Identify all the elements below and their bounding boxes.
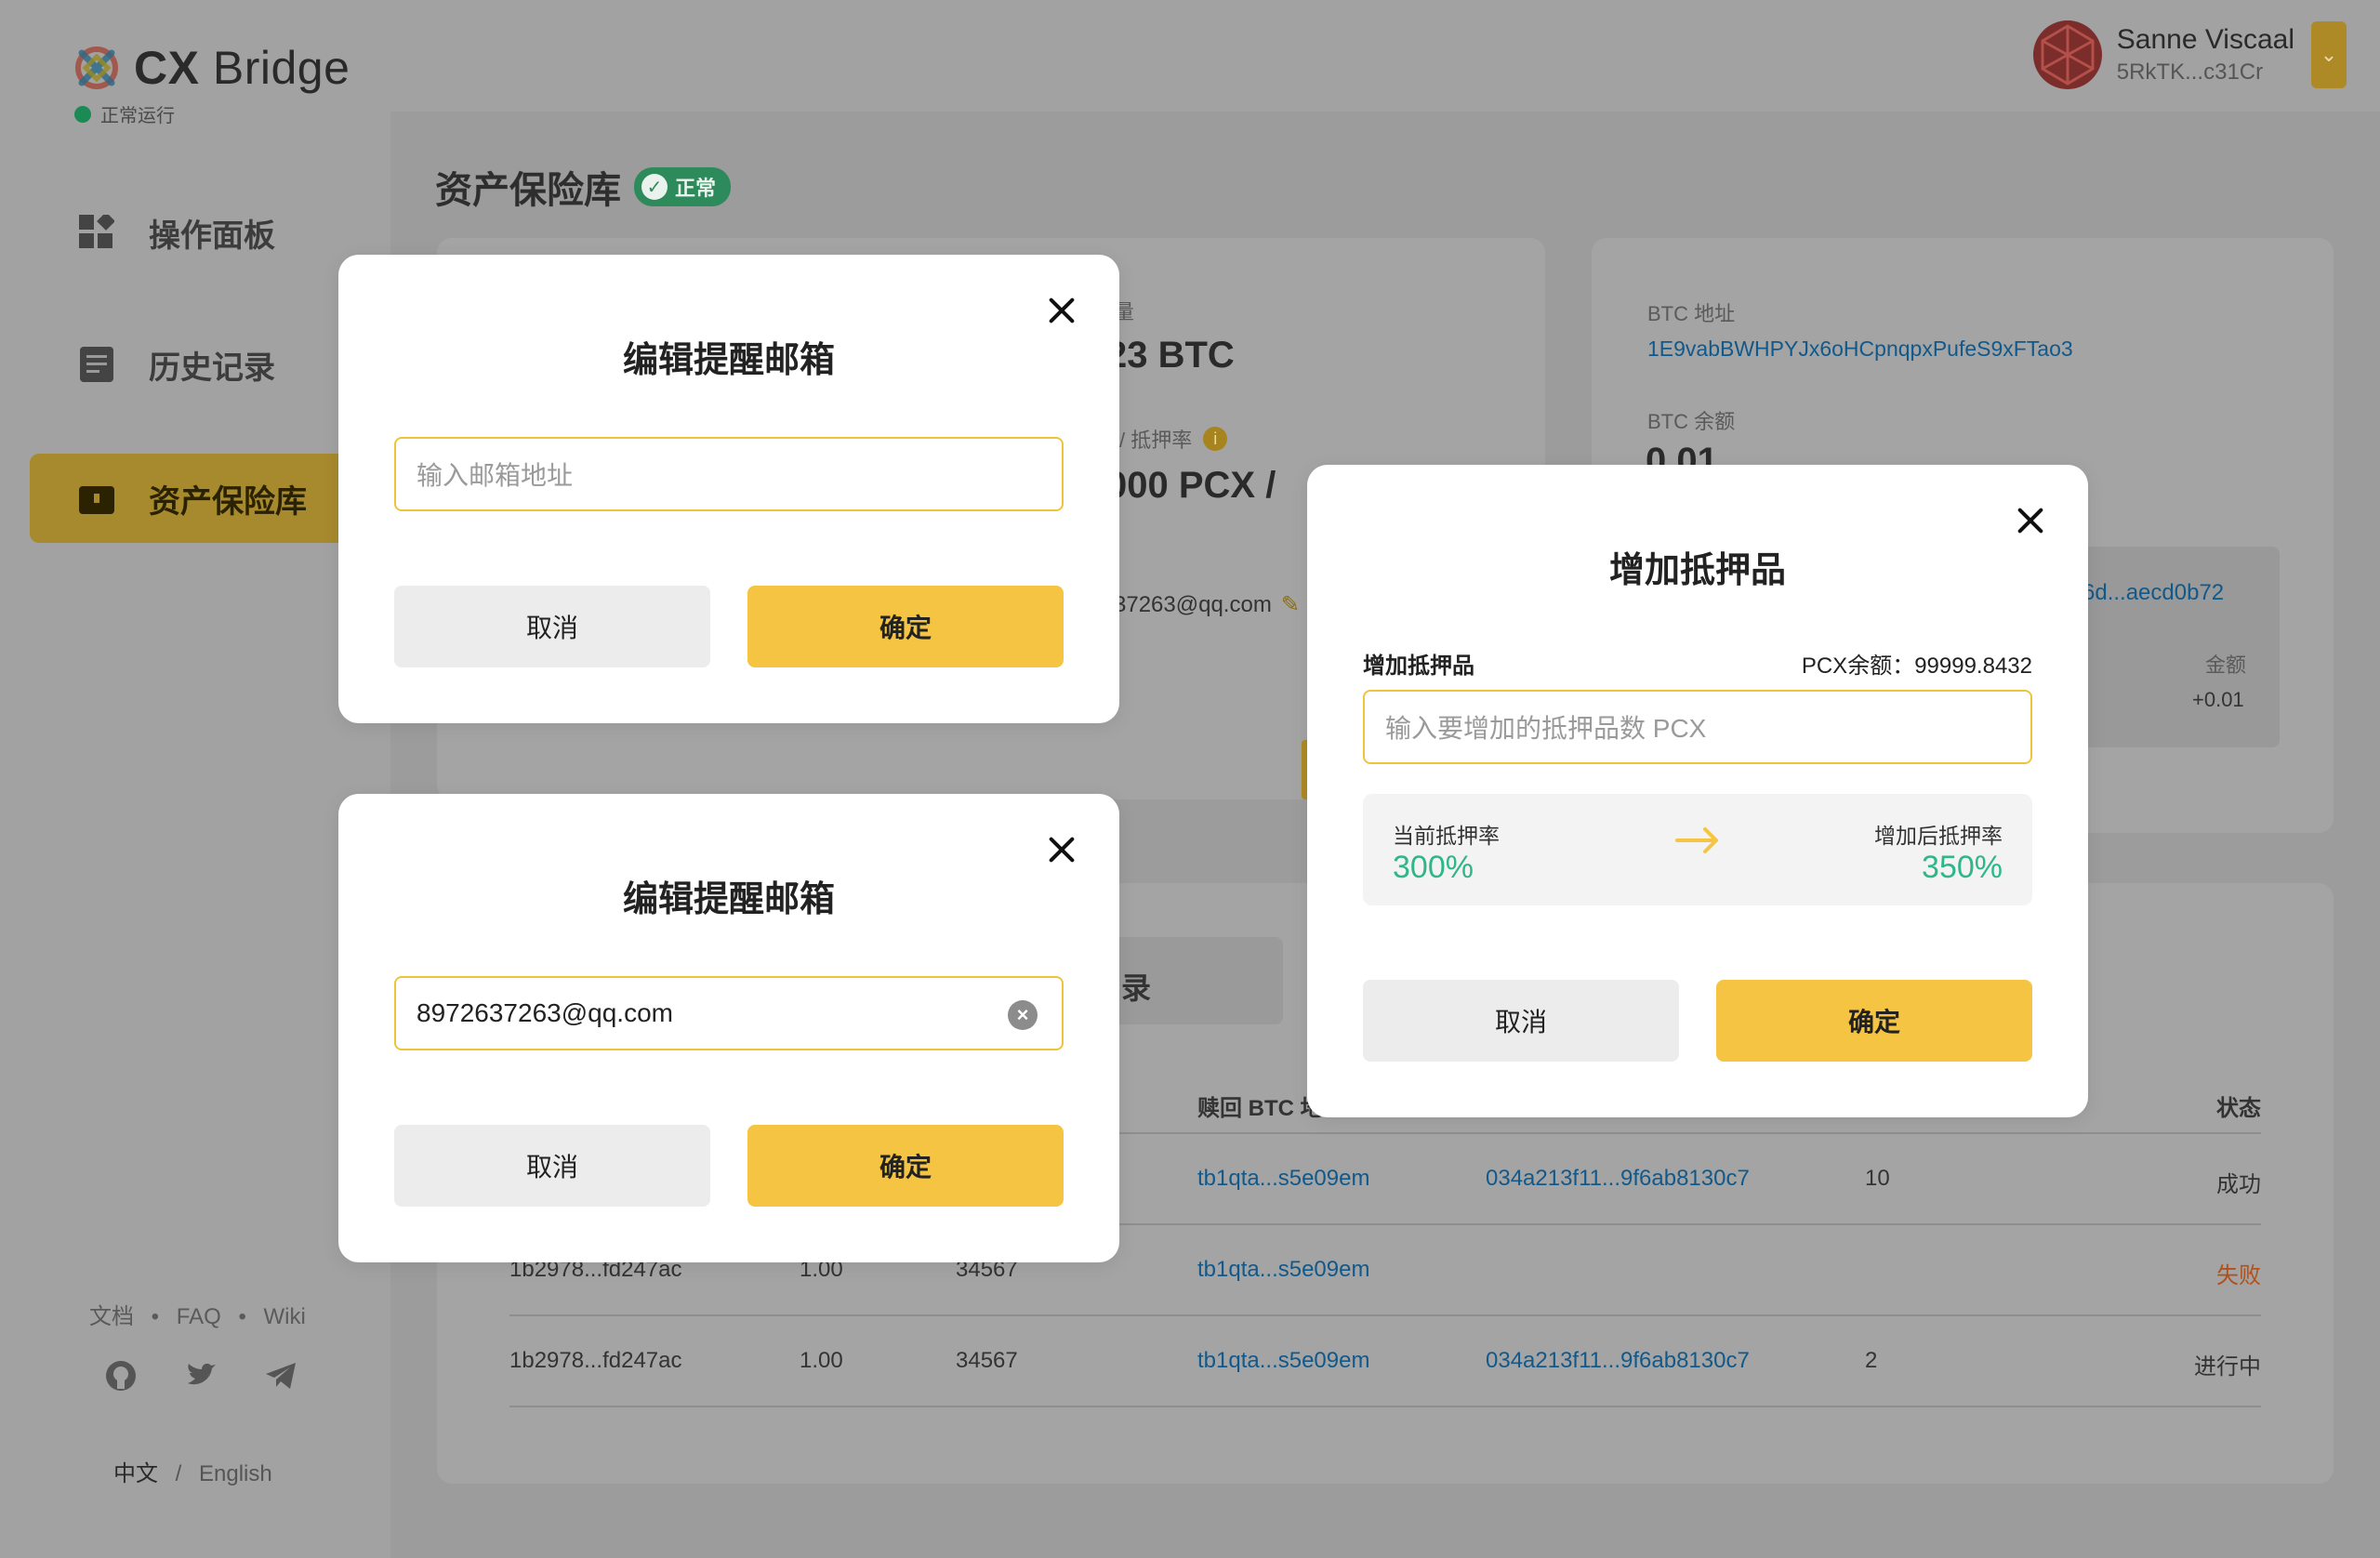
current-ratio-label: 当前抵押率 [1393,824,1500,848]
collateral-ratio-box: 当前抵押率 300% 增加后抵押率 350% [1363,794,2032,905]
collateral-field-label: 增加抵押品 [1363,654,1474,679]
pcx-balance: PCX余额：99999.8432 [1801,654,2032,679]
row-block: 34567 [956,1348,1018,1373]
btc-balance-label: BTC 余额 [1647,410,1736,433]
lang-cn[interactable]: 中文 [113,1461,158,1486]
tx-amount: +0.01 [2192,688,2244,711]
collateral-value: 000 PCX / [1106,465,1276,506]
row-status: 成功 [2216,1172,2261,1197]
separator-dot: • [238,1304,246,1329]
user-name: Sanne Viscaal [2116,24,2294,55]
row-tx-hash[interactable]: 034a213f11...9f6ab8130c7 [1486,1348,1750,1374]
page-title-text: 资产保险库 [435,170,621,211]
telegram-icon[interactable] [264,1359,298,1397]
email-display: 37263@qq.com ✎ [1114,591,1300,618]
sidebar-item-label: 历史记录 [149,350,275,386]
row-confirmations: 2 [1865,1348,1878,1373]
status-badge-text: 正常 [675,177,717,200]
separator-dot: • [151,1304,160,1329]
arrow-right-icon [1675,822,1720,864]
row-tx-hash[interactable]: 034a213f11...9f6ab8130c7 [1486,1166,1750,1192]
document-icon [78,346,115,383]
collateral-input-placeholder: 输入要增加的抵押品数 PCX [1385,714,1707,743]
user-panel[interactable]: Sanne Viscaal 5RkTK...c31Cr ⌄ [2032,20,2347,89]
chevron-down-icon[interactable]: ⌄ [2311,21,2347,88]
user-address: 5RkTK...c31Cr [2116,59,2264,85]
sidebar-item-label: 操作面板 [149,218,275,254]
cancel-button[interactable]: 取消 [1363,980,1679,1062]
row-confirmations: 10 [1865,1166,1890,1191]
email-input-placeholder: 输入邮箱地址 [416,461,574,490]
wiki-link[interactable]: Wiki [264,1304,306,1329]
clear-input-icon[interactable]: × [1008,1000,1038,1030]
add-collateral-modal: 增加抵押品 增加抵押品 PCX余额：99999.8432 输入要增加的抵押品数 … [1307,465,2088,1117]
sidebar-item-label: 资产保险库 [149,483,307,520]
system-status: 正常运行 [74,100,175,127]
col-header-status: 状态 [2216,1096,2261,1121]
check-icon: ✓ [641,174,668,200]
table-row[interactable]: 1b2978...fd247ac 1.00 34567 tb1qta...s5e… [509,1316,2261,1407]
page-title: 资产保险库 ✓ 正常 [435,160,732,214]
sidebar-item-history[interactable]: 历史记录 [30,320,346,409]
close-icon[interactable] [1043,292,1080,329]
row-redeem-address[interactable]: tb1qta...s5e09em [1197,1257,1369,1283]
confirm-button[interactable]: 确定 [1716,980,2032,1062]
system-status-text: 正常运行 [100,106,175,126]
info-icon: i [1203,427,1228,451]
amount-col-label: 金额 [2205,654,2247,677]
btc-address[interactable]: 1E9vabBWHPYJx6oHCpnqpxPufeS9xFTao3 [1647,337,2073,362]
close-icon[interactable] [2012,502,2049,539]
twitter-icon[interactable] [184,1359,218,1397]
col-header-redeem-btc: 赎回 BTC 地 [1197,1096,1323,1121]
sidebar-item-vault[interactable]: 资产保险库 [30,454,346,543]
amount-value: 23 BTC [1106,335,1235,376]
logo-icon [73,44,121,92]
btc-address-label: BTC 地址 [1647,302,1736,325]
edit-email-modal-empty: 编辑提醒邮箱 输入邮箱地址 取消 确定 [338,255,1119,723]
docs-link[interactable]: 文档 [89,1304,134,1329]
language-switch: 中文 / English [113,1455,272,1487]
current-ratio-value: 300% [1393,850,1474,885]
modal-title: 增加抵押品 [1608,551,1786,590]
footer-links: 文档 • FAQ • Wiki [89,1298,306,1330]
after-ratio-value: 350% [1922,850,2003,885]
lang-separator: / [175,1461,182,1486]
collateral-amount-input[interactable]: 输入要增加的抵押品数 PCX [1363,690,2032,764]
collateral-label: / 抵押率 i [1119,424,1228,454]
dashboard-icon [78,214,115,251]
close-icon[interactable] [1043,831,1080,868]
sidebar-item-dashboard[interactable]: 操作面板 [30,188,346,277]
after-ratio-label: 增加后抵押率 [1874,824,2003,848]
row-id: 1b2978...fd247ac [509,1348,682,1373]
row-amount: 1.00 [800,1348,843,1373]
vault-icon [78,480,115,517]
tx-hash[interactable]: 6d...aecd0b72 [2082,580,2224,606]
tab-history-label: 录 [1121,971,1152,1005]
edit-email-modal-filled: 编辑提醒邮箱 8972637263@qq.com × 取消 确定 [338,794,1119,1262]
app-title: CX Bridge [134,42,350,94]
modal-title: 编辑提醒邮箱 [622,341,835,380]
status-badge: ✓ 正常 [634,167,732,206]
email-input[interactable]: 8972637263@qq.com × [394,976,1064,1050]
status-dot-icon [74,105,91,123]
modal-title: 编辑提醒邮箱 [622,880,835,919]
email-input-value: 8972637263@qq.com [416,998,673,1027]
faq-link[interactable]: FAQ [177,1304,221,1329]
lang-en[interactable]: English [199,1461,272,1486]
cancel-button[interactable]: 取消 [394,1125,710,1207]
row-status: 失败 [2216,1263,2261,1288]
email-input[interactable]: 输入邮箱地址 [394,437,1064,511]
confirm-button[interactable]: 确定 [747,1125,1064,1207]
app-logo[interactable]: CX Bridge [73,41,350,95]
edit-icon[interactable]: ✎ [1281,591,1300,618]
cancel-button[interactable]: 取消 [394,586,710,667]
row-redeem-address[interactable]: tb1qta...s5e09em [1197,1166,1369,1192]
row-status: 进行中 [2194,1354,2261,1380]
confirm-button[interactable]: 确定 [747,586,1064,667]
avatar [2032,20,2102,89]
social-links [104,1359,298,1397]
github-icon[interactable] [104,1359,138,1397]
row-redeem-address[interactable]: tb1qta...s5e09em [1197,1348,1369,1374]
